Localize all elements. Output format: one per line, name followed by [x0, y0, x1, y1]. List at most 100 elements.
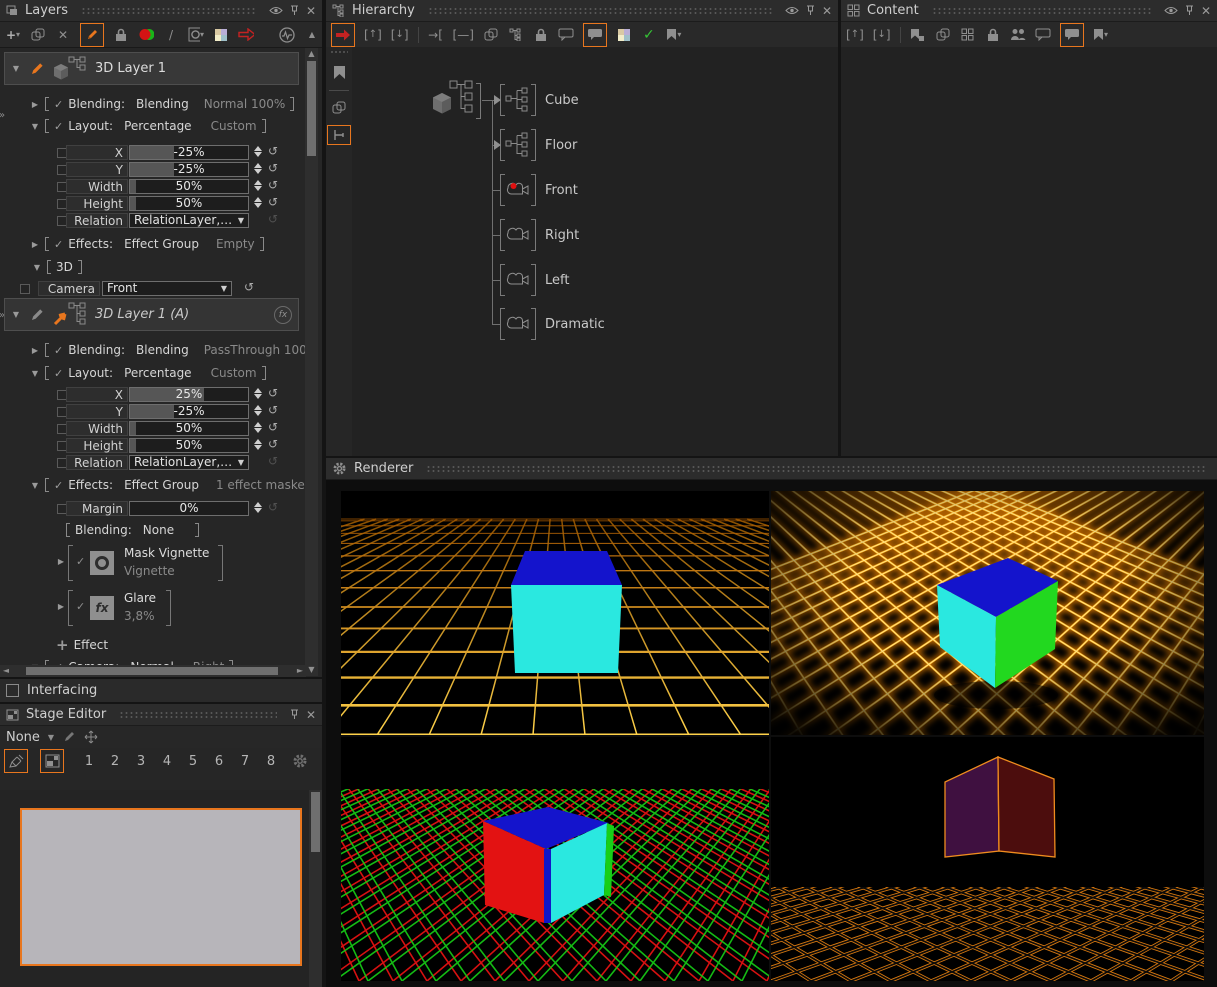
stage-selector-dropdown-icon[interactable]: ▼ [48, 733, 54, 742]
comment-filled-icon[interactable] [1060, 23, 1084, 47]
reset-icon[interactable]: ↺ [268, 420, 278, 434]
add-layer-dropdown-icon[interactable]: ▾ [16, 30, 20, 39]
param-value-field[interactable]: 0% [129, 501, 249, 516]
duplicate-icon[interactable] [935, 25, 951, 45]
panel-drag-texture[interactable] [426, 465, 1205, 472]
move-up-icon[interactable]: [↑] [364, 25, 382, 45]
eye-icon[interactable] [269, 6, 283, 15]
viewport-dramatic[interactable] [771, 491, 1204, 735]
eye-icon[interactable] [785, 6, 799, 15]
palette-icon[interactable] [616, 25, 632, 45]
comment-filled-icon[interactable] [583, 23, 607, 47]
solo-colors-icon[interactable] [138, 25, 154, 45]
content-body[interactable] [841, 47, 1217, 456]
relation-dropdown[interactable]: RelationLayer,…▼ [129, 455, 249, 470]
reset-icon[interactable]: ↺ [268, 454, 278, 468]
line-icon[interactable]: / [163, 25, 179, 45]
collapse-icon[interactable]: ▼ [30, 481, 40, 490]
effect-item-glare[interactable]: ▶ ✓ fx Glare 3,8% [56, 588, 236, 628]
spinner-stepper[interactable] [254, 197, 262, 208]
layer1-3d-group-row[interactable]: ▼ 3D [32, 259, 82, 275]
scrollbar-thumb[interactable] [307, 61, 316, 156]
stage-page-1[interactable]: 1 [78, 754, 100, 769]
stage-selector-value[interactable]: None [6, 730, 40, 745]
param-value-field[interactable]: -25% [129, 404, 249, 419]
scrollbar-thumb[interactable] [26, 667, 278, 675]
stage-settings-gear-icon[interactable] [292, 751, 308, 771]
layer-row-3d-layer-1[interactable]: ▼ 3D Layer 1 [4, 52, 299, 85]
reset-icon[interactable]: ↺ [268, 195, 278, 209]
panel-drag-texture[interactable] [119, 711, 277, 718]
relation-dropdown[interactable]: RelationLayer,…▼ [129, 213, 249, 228]
tree-item-right[interactable]: Right [500, 219, 579, 251]
expand-arrow-icon[interactable] [494, 95, 501, 105]
stage-screen-rect[interactable] [20, 808, 302, 966]
pin-icon[interactable] [290, 5, 299, 16]
viewport-anaglyph[interactable] [341, 737, 769, 981]
enabled-check-icon[interactable]: ✓ [54, 98, 63, 111]
scroll-down-arrow[interactable]: ▼ [305, 664, 318, 676]
layer-row-3d-layer-1a[interactable]: ▼ 3D Layer 1 (A) fx [4, 298, 299, 331]
spinner-stepper[interactable] [254, 439, 262, 450]
wrap-group-icon[interactable]: [—] [453, 25, 474, 45]
expand-icon[interactable]: ▶ [30, 346, 40, 355]
param-value-field[interactable]: -25% [129, 162, 249, 177]
layer1-expand-icon[interactable]: ▼ [11, 64, 21, 73]
enabled-check-icon[interactable]: ✓ [54, 479, 63, 492]
tree-icon[interactable] [508, 25, 524, 45]
param-value-field[interactable]: 25% [129, 387, 249, 402]
lock-icon[interactable] [533, 25, 549, 45]
clear-stage-icon[interactable] [4, 749, 28, 773]
add-layer-button[interactable]: +▾ [5, 25, 21, 45]
layers-horizontal-scrollbar[interactable]: ◄ ► [0, 665, 306, 677]
spinner-stepper[interactable] [254, 502, 262, 513]
scrollbar-thumb[interactable] [311, 792, 320, 852]
collapse-icon[interactable]: ▼ [32, 263, 42, 272]
expand-arrow-icon[interactable] [494, 140, 501, 150]
validate-check-icon[interactable]: ✓ [641, 25, 657, 45]
layer2-effects-row[interactable]: ▼ ✓ Effects: Effect Group 1 effect maske… [30, 477, 306, 493]
palette-icon[interactable] [213, 25, 229, 45]
param-value-field[interactable]: 50% [129, 196, 249, 211]
comment-icon[interactable] [1035, 25, 1051, 45]
interfacing-panel[interactable]: Interfacing [0, 679, 322, 702]
layer1-edge-chevron[interactable]: » [0, 110, 5, 121]
viewport-wireframe[interactable] [771, 737, 1204, 981]
tree-mode-icon[interactable] [327, 125, 351, 145]
spinner-stepper[interactable] [254, 146, 262, 157]
enabled-check-icon[interactable]: ✓ [76, 600, 85, 613]
tree-item-front[interactable]: Front [500, 174, 578, 206]
reset-icon[interactable]: ↺ [268, 212, 278, 226]
close-icon[interactable]: ✕ [1201, 5, 1211, 17]
mask-mode-icon[interactable]: ▾ [188, 25, 204, 45]
bookmark-icon[interactable]: ▾ [1093, 25, 1109, 45]
tree-item-dramatic[interactable]: Dramatic [500, 308, 605, 340]
layer1-blending-row[interactable]: ▶ ✓ Blending: Blending Normal 100% [30, 96, 294, 112]
reset-icon[interactable]: ↺ [268, 437, 278, 451]
stage-page-2[interactable]: 2 [104, 754, 126, 769]
reset-icon[interactable]: ↺ [268, 500, 278, 514]
duplicate-icon[interactable] [483, 25, 499, 45]
effect-item-mask-vignette[interactable]: ▶ ✓ Mask Vignette Vignette [56, 543, 236, 583]
stage-layout-icon[interactable] [40, 749, 64, 773]
enabled-check-icon[interactable]: ✓ [54, 120, 63, 133]
export-arrow-icon[interactable] [238, 25, 254, 45]
spinner-stepper[interactable] [254, 180, 262, 191]
comment-icon[interactable] [558, 25, 574, 45]
stage-canvas[interactable] [0, 790, 310, 987]
stage-pencil-icon[interactable] [62, 730, 76, 744]
scroll-left-arrow[interactable]: ◄ [0, 665, 12, 677]
param-value-field[interactable]: 50% [129, 438, 249, 453]
layer2-expand-icon[interactable]: ▼ [11, 310, 21, 319]
strip-drag-dots[interactable] [330, 50, 348, 55]
reset-icon[interactable]: ↺ [268, 386, 278, 400]
stage-page-7[interactable]: 7 [234, 754, 256, 769]
reset-icon[interactable]: ↺ [268, 403, 278, 417]
activity-monitor-icon[interactable] [279, 25, 295, 45]
stage-page-6[interactable]: 6 [208, 754, 230, 769]
bookmark-dropdown-icon[interactable]: ▾ [1104, 30, 1108, 39]
param-value-field[interactable]: 50% [129, 179, 249, 194]
pin-icon[interactable] [1185, 5, 1194, 16]
effects-blending-row[interactable]: Blending: None [66, 522, 199, 538]
bookmark-icon[interactable] [333, 65, 346, 80]
